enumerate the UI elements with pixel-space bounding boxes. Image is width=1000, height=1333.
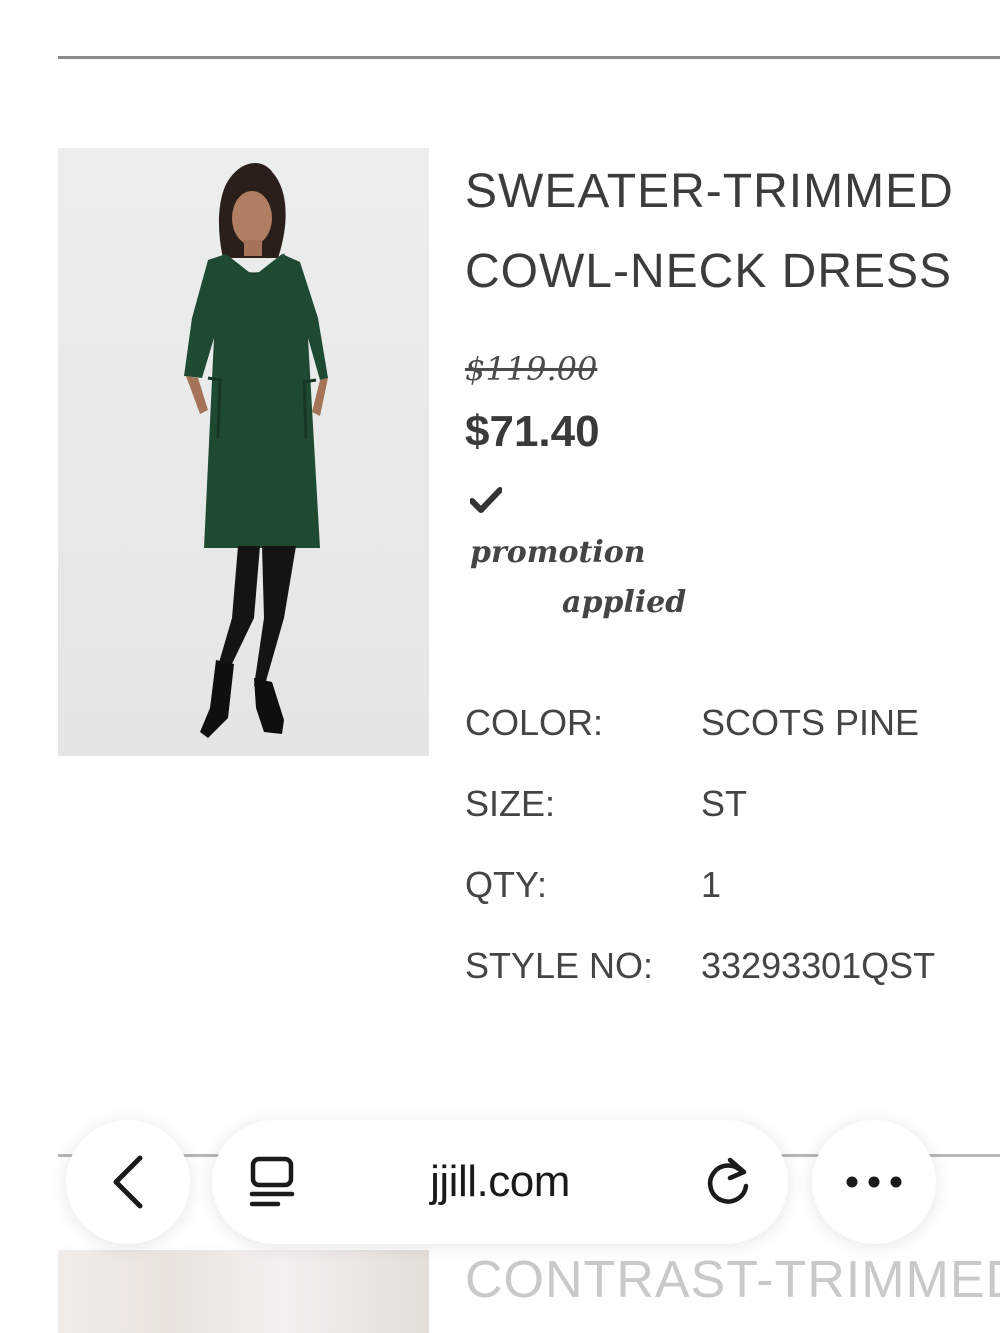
reload-icon[interactable] xyxy=(702,1152,754,1210)
chevron-left-icon xyxy=(113,1155,143,1209)
next-product-title[interactable]: CONTRAST-TRIMMED xyxy=(465,1250,1000,1310)
more-icon xyxy=(846,1176,902,1188)
next-product-image[interactable] xyxy=(58,1246,429,1333)
sale-price: $71.40 xyxy=(465,407,600,456)
detail-label: QTY: xyxy=(465,863,548,905)
detail-value: SCOTS PINE xyxy=(701,701,920,743)
checkmark-icon xyxy=(470,487,502,513)
detail-label: COLOR: xyxy=(465,701,604,743)
detail-value: ST xyxy=(701,782,748,824)
address-bar[interactable]: jjill.com xyxy=(212,1120,788,1244)
detail-value: 33293301QST xyxy=(701,944,936,986)
detail-label: SIZE: xyxy=(465,782,556,824)
back-button[interactable] xyxy=(66,1120,190,1244)
detail-label: STYLE NO: xyxy=(465,944,654,986)
detail-row-style-no: STYLE NO: 33293301QST xyxy=(465,925,935,1006)
top-divider xyxy=(58,56,1000,59)
detail-row-color: COLOR: SCOTS PINE xyxy=(465,682,935,763)
promotion-applied-note: promotion applied xyxy=(470,478,687,628)
product-title[interactable]: SWEATER-TRIMMED COWL-NECK DRESS xyxy=(465,152,1000,312)
detail-value: 1 xyxy=(701,863,722,905)
model-illustration xyxy=(184,162,328,738)
detail-row-size: SIZE: ST xyxy=(465,763,935,844)
promo-text-line2: applied xyxy=(562,585,687,620)
product-title-line2: COWL-NECK DRESS xyxy=(465,245,953,298)
more-button[interactable] xyxy=(812,1120,936,1244)
product-image[interactable] xyxy=(58,148,429,756)
detail-row-qty: QTY: 1 xyxy=(465,844,935,925)
promo-text-line1: promotion xyxy=(470,535,646,570)
product-title-line1: SWEATER-TRIMMED xyxy=(465,165,954,218)
original-price: $119.00 xyxy=(465,350,598,388)
product-details: COLOR: SCOTS PINE SIZE: ST QTY: 1 STYLE … xyxy=(465,682,935,1006)
